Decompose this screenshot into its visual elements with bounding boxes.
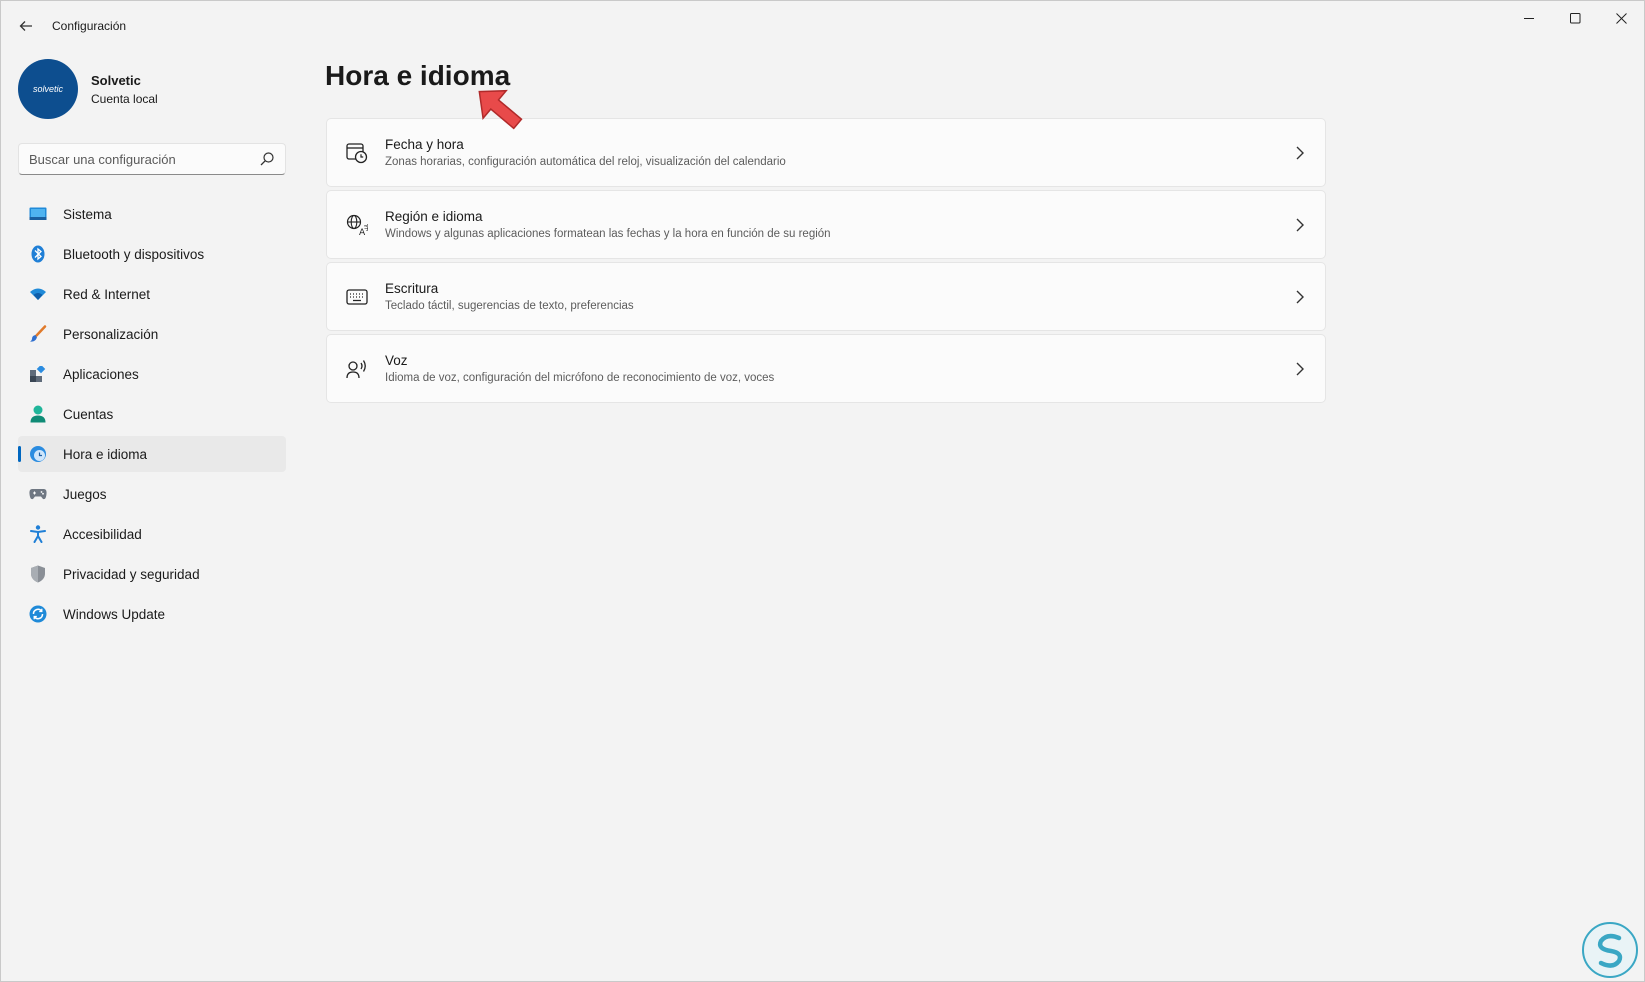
gamepad-icon — [29, 485, 47, 503]
clock-globe-icon — [29, 445, 47, 463]
chevron-right-icon — [1296, 218, 1304, 232]
sidebar-item-label: Cuentas — [63, 406, 114, 422]
chevron-right-icon — [1296, 146, 1304, 160]
sidebar-item-privacidad[interactable]: Privacidad y seguridad — [18, 556, 286, 592]
arrow-left-icon — [19, 21, 32, 31]
close-button[interactable] — [1598, 1, 1644, 35]
sidebar-item-label: Hora e idioma — [63, 446, 148, 462]
chevron-right-icon — [1296, 290, 1304, 304]
minimize-icon — [1523, 17, 1534, 19]
sidebar-nav: Sistema Bluetooth y dispositivos Red & I… — [18, 196, 286, 636]
monitor-icon — [29, 205, 47, 223]
annotation-arrow-icon — [478, 89, 523, 130]
card-description: Idioma de voz, configuración del micrófo… — [385, 372, 775, 384]
bluetooth-icon — [29, 245, 47, 263]
sidebar-item-accesibilidad[interactable]: Accesibilidad — [18, 516, 286, 552]
card-escritura[interactable]: Escritura Teclado táctil, sugerencias de… — [326, 262, 1326, 331]
language-icon: A字 — [345, 213, 369, 237]
calendar-clock-icon — [345, 141, 369, 165]
account-type: Cuenta local — [91, 91, 158, 106]
sync-icon — [29, 605, 47, 623]
sidebar-item-cuentas[interactable]: Cuentas — [18, 396, 286, 432]
maximize-icon — [1569, 12, 1580, 23]
card-title: Fecha y hora — [385, 137, 464, 152]
svg-text:字: 字 — [364, 223, 368, 232]
sidebar-item-aplicaciones[interactable]: Aplicaciones — [18, 356, 286, 392]
search-box — [18, 143, 286, 175]
sidebar-item-label: Bluetooth y dispositivos — [63, 246, 205, 262]
settings-list: Fecha y hora Zonas horarias, configuraci… — [326, 118, 1326, 406]
accessibility-icon — [29, 525, 47, 543]
sidebar-item-label: Accesibilidad — [63, 526, 142, 542]
back-button[interactable] — [13, 13, 39, 39]
speech-icon — [345, 357, 369, 381]
person-icon — [29, 405, 47, 423]
minimize-button[interactable] — [1506, 1, 1552, 35]
sidebar-item-sistema[interactable]: Sistema — [18, 196, 286, 232]
chevron-right-icon — [1296, 362, 1304, 376]
sidebar-item-label: Sistema — [63, 206, 112, 222]
sidebar-item-hora-idioma[interactable]: Hora e idioma — [18, 436, 286, 472]
shield-icon — [29, 565, 47, 583]
window-controls — [1506, 1, 1644, 35]
sidebar-item-label: Personalización — [63, 326, 159, 342]
card-title: Voz — [385, 353, 408, 368]
card-description: Zonas horarias, configuración automática… — [385, 156, 786, 168]
sidebar-item-juegos[interactable]: Juegos — [18, 476, 286, 512]
card-region-idioma[interactable]: A字 Región e idioma Windows y algunas apl… — [326, 190, 1326, 259]
sidebar-item-label: Aplicaciones — [63, 366, 139, 382]
sidebar-item-label: Juegos — [63, 486, 107, 502]
profile-name: Solvetic — [91, 72, 141, 88]
sidebar-item-label: Windows Update — [63, 606, 166, 622]
apps-icon — [29, 365, 47, 383]
avatar: solvetic — [18, 59, 78, 119]
sidebar-item-bluetooth[interactable]: Bluetooth y dispositivos — [18, 236, 286, 272]
card-voz[interactable]: Voz Idioma de voz, configuración del mic… — [326, 334, 1326, 403]
card-description: Windows y algunas aplicaciones formatean… — [385, 228, 831, 240]
solvetic-watermark-icon — [1582, 922, 1638, 978]
card-title: Región e idioma — [385, 209, 483, 224]
search-icon[interactable] — [259, 151, 275, 167]
card-description: Teclado táctil, sugerencias de texto, pr… — [385, 300, 634, 312]
wifi-icon — [29, 285, 47, 303]
card-title: Escritura — [385, 281, 439, 296]
sidebar-item-red[interactable]: Red & Internet — [18, 276, 286, 312]
sidebar-item-label: Red & Internet — [63, 286, 151, 302]
search-input[interactable] — [29, 151, 239, 167]
sidebar-item-personalizacion[interactable]: Personalización — [18, 316, 286, 352]
close-icon — [1615, 12, 1627, 24]
maximize-button[interactable] — [1552, 1, 1598, 35]
sidebar-item-label: Privacidad y seguridad — [63, 566, 200, 582]
avatar-text: solvetic — [32, 84, 63, 94]
app-title: Configuración — [52, 19, 127, 33]
keyboard-icon — [345, 285, 369, 309]
brush-icon — [29, 325, 47, 343]
sidebar-item-windows-update[interactable]: Windows Update — [18, 596, 286, 632]
settings-window: Configuración solvetic Solvetic Cuenta l… — [0, 0, 1645, 982]
title-bar: Configuración — [1, 1, 1644, 49]
user-profile[interactable]: solvetic Solvetic Cuenta local — [18, 59, 158, 119]
